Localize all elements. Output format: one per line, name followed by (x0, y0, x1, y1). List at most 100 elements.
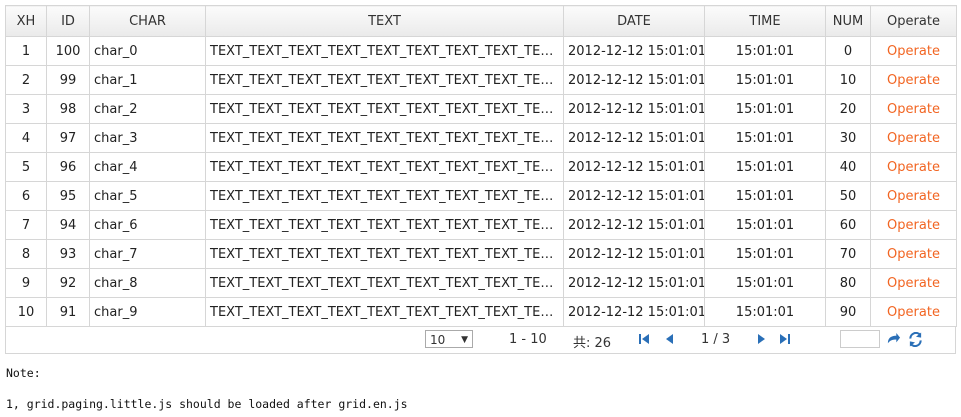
operate-link[interactable]: Operate (870, 94, 957, 124)
operate-link[interactable]: Operate (870, 239, 957, 269)
column-header-xh[interactable]: XH (5, 5, 47, 37)
cell-date: 2012-12-12 15:01:01 (563, 94, 705, 124)
operate-link[interactable]: Operate (870, 65, 957, 95)
cell-id: 93 (46, 239, 90, 269)
cell-date: 2012-12-12 15:01:01 (563, 152, 705, 182)
table-row[interactable]: 3 98 char_2 TEXT_TEXT_TEXT_TEXT_TEXT_TEX… (5, 94, 957, 124)
pager-bar: 10 ▼ 1 - 10 共: 26 1 / 3 (5, 327, 956, 354)
cell-id: 99 (46, 65, 90, 95)
cell-id: 100 (46, 36, 90, 66)
table-row[interactable]: 2 99 char_1 TEXT_TEXT_TEXT_TEXT_TEXT_TEX… (5, 65, 957, 95)
column-header-char[interactable]: CHAR (89, 5, 206, 37)
record-range: 1 - 10 (509, 332, 547, 347)
table-row[interactable]: 6 95 char_5 TEXT_TEXT_TEXT_TEXT_TEXT_TEX… (5, 181, 957, 211)
cell-num: 30 (825, 123, 871, 153)
table-row[interactable]: 9 92 char_8 TEXT_TEXT_TEXT_TEXT_TEXT_TEX… (5, 268, 957, 298)
column-header-id[interactable]: ID (46, 5, 90, 37)
table-row[interactable]: 1 100 char_0 TEXT_TEXT_TEXT_TEXT_TEXT_TE… (5, 36, 957, 66)
first-page-icon[interactable] (636, 331, 652, 347)
record-total: 共: 26 (573, 336, 612, 351)
cell-id: 97 (46, 123, 90, 153)
note-line: 1, grid.paging.little.js should be loade… (6, 397, 408, 411)
cell-id: 91 (46, 297, 90, 327)
cell-char: char_7 (89, 239, 206, 269)
cell-time: 15:01:01 (704, 268, 826, 298)
operate-link[interactable]: Operate (870, 36, 957, 66)
page-size-select[interactable]: 10 ▼ (425, 330, 473, 348)
cell-text: TEXT_TEXT_TEXT_TEXT_TEXT_TEXT_TEXT_TEXT_… (205, 94, 564, 124)
header-row: XH ID CHAR TEXT DATE TIME NUM Operate (5, 5, 957, 37)
cell-time: 15:01:01 (704, 152, 826, 182)
go-icon[interactable] (885, 331, 901, 347)
table-row[interactable]: 10 91 char_9 TEXT_TEXT_TEXT_TEXT_TEXT_TE… (5, 297, 957, 327)
cell-num: 80 (825, 268, 871, 298)
cell-num: 20 (825, 94, 871, 124)
page-size-value: 10 (430, 333, 446, 347)
operate-link[interactable]: Operate (870, 297, 957, 327)
cell-id: 95 (46, 181, 90, 211)
operate-link[interactable]: Operate (870, 210, 957, 240)
cell-char: char_1 (89, 65, 206, 95)
table-row[interactable]: 8 93 char_7 TEXT_TEXT_TEXT_TEXT_TEXT_TEX… (5, 239, 957, 269)
cell-xh: 9 (5, 268, 47, 298)
column-header-num[interactable]: NUM (825, 5, 871, 37)
cell-time: 15:01:01 (704, 239, 826, 269)
cell-time: 15:01:01 (704, 210, 826, 240)
cell-id: 98 (46, 94, 90, 124)
column-header-operate[interactable]: Operate (870, 5, 957, 37)
column-header-text[interactable]: TEXT (205, 5, 564, 37)
cell-text: TEXT_TEXT_TEXT_TEXT_TEXT_TEXT_TEXT_TEXT_… (205, 268, 564, 298)
cell-xh: 7 (5, 210, 47, 240)
table-row[interactable]: 7 94 char_6 TEXT_TEXT_TEXT_TEXT_TEXT_TEX… (5, 210, 957, 240)
refresh-icon[interactable] (907, 331, 923, 347)
cell-num: 50 (825, 181, 871, 211)
cell-text: TEXT_TEXT_TEXT_TEXT_TEXT_TEXT_TEXT_TEXT_… (205, 123, 564, 153)
operate-link[interactable]: Operate (870, 181, 957, 211)
cell-time: 15:01:01 (704, 36, 826, 66)
jump-page-input[interactable] (840, 330, 880, 348)
cell-time: 15:01:01 (704, 123, 826, 153)
cell-xh: 8 (5, 239, 47, 269)
cell-num: 0 (825, 36, 871, 66)
next-page-icon[interactable] (754, 331, 770, 347)
cell-xh: 6 (5, 181, 47, 211)
cell-text: TEXT_TEXT_TEXT_TEXT_TEXT_TEXT_TEXT_TEXT_… (205, 210, 564, 240)
operate-link[interactable]: Operate (870, 268, 957, 298)
cell-xh: 10 (5, 297, 47, 327)
grid-table: XH ID CHAR TEXT DATE TIME NUM Operate 1 … (5, 5, 957, 327)
cell-time: 15:01:01 (704, 94, 826, 124)
cell-text: TEXT_TEXT_TEXT_TEXT_TEXT_TEXT_TEXT_TEXT_… (205, 65, 564, 95)
cell-id: 92 (46, 268, 90, 298)
cell-id: 94 (46, 210, 90, 240)
cell-time: 15:01:01 (704, 181, 826, 211)
note-title: Note: (6, 366, 41, 380)
cell-char: char_6 (89, 210, 206, 240)
cell-text: TEXT_TEXT_TEXT_TEXT_TEXT_TEXT_TEXT_TEXT_… (205, 181, 564, 211)
cell-text: TEXT_TEXT_TEXT_TEXT_TEXT_TEXT_TEXT_TEXT_… (205, 239, 564, 269)
cell-char: char_3 (89, 123, 206, 153)
cell-num: 40 (825, 152, 871, 182)
table-row[interactable]: 4 97 char_3 TEXT_TEXT_TEXT_TEXT_TEXT_TEX… (5, 123, 957, 153)
cell-char: char_2 (89, 94, 206, 124)
cell-id: 96 (46, 152, 90, 182)
cell-char: char_9 (89, 297, 206, 327)
chevron-down-icon: ▼ (461, 335, 468, 345)
cell-date: 2012-12-12 15:01:01 (563, 239, 705, 269)
operate-link[interactable]: Operate (870, 123, 957, 153)
cell-char: char_0 (89, 36, 206, 66)
cell-num: 70 (825, 239, 871, 269)
cell-xh: 3 (5, 94, 47, 124)
last-page-icon[interactable] (777, 331, 793, 347)
cell-xh: 4 (5, 123, 47, 153)
cell-char: char_8 (89, 268, 206, 298)
table-row[interactable]: 5 96 char_4 TEXT_TEXT_TEXT_TEXT_TEXT_TEX… (5, 152, 957, 182)
cell-date: 2012-12-12 15:01:01 (563, 36, 705, 66)
column-header-date[interactable]: DATE (563, 5, 705, 37)
cell-xh: 2 (5, 65, 47, 95)
operate-link[interactable]: Operate (870, 152, 957, 182)
cell-xh: 5 (5, 152, 47, 182)
cell-char: char_4 (89, 152, 206, 182)
cell-num: 60 (825, 210, 871, 240)
prev-page-icon[interactable] (661, 331, 677, 347)
column-header-time[interactable]: TIME (704, 5, 826, 37)
